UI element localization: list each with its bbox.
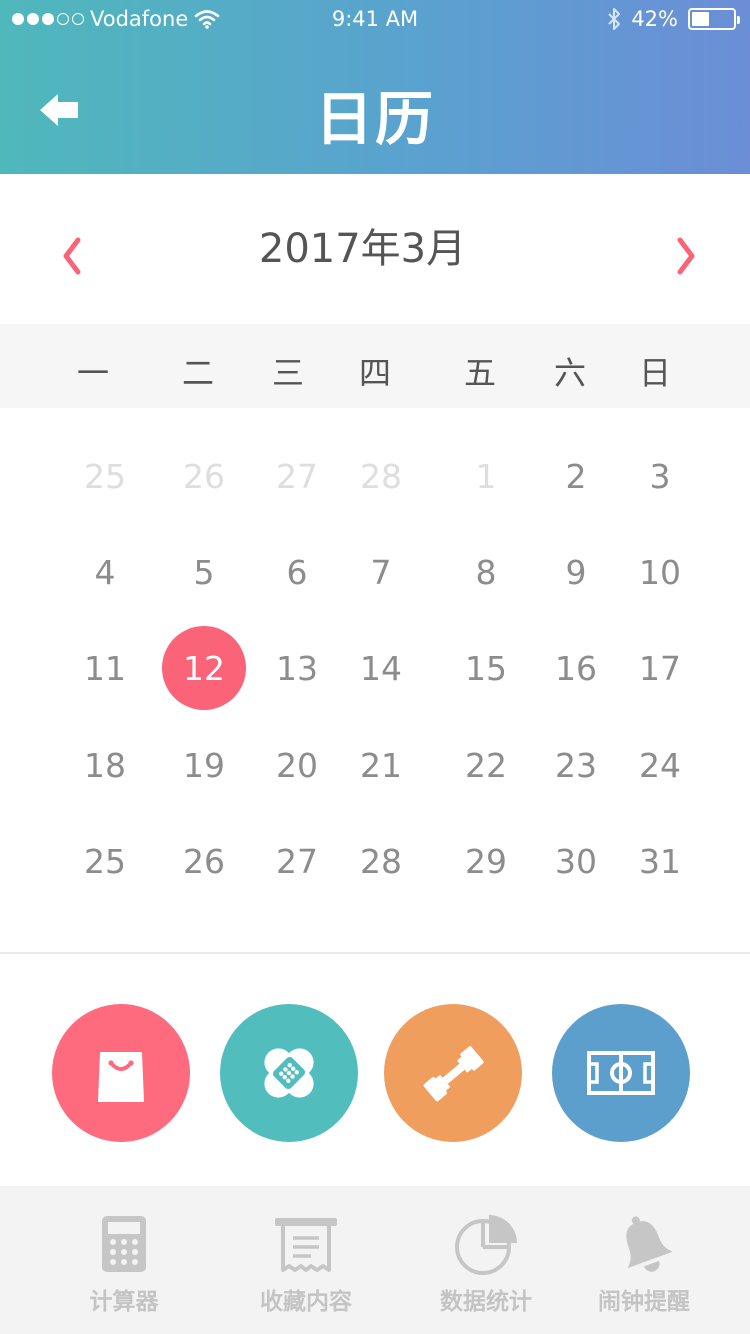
calendar-day[interactable]: 13 xyxy=(255,626,339,710)
soccer-field-icon xyxy=(587,1051,655,1095)
calendar-day[interactable]: 31 xyxy=(618,819,702,903)
calendar-day[interactable]: 19 xyxy=(162,723,246,807)
calendar-day[interactable]: 25 xyxy=(63,819,147,903)
calendar-day[interactable]: 18 xyxy=(63,723,147,807)
weekday-label: 五 xyxy=(463,354,496,392)
divider xyxy=(0,952,750,954)
battery-icon xyxy=(688,8,740,30)
pie-chart-icon xyxy=(455,1215,517,1275)
weekday-label: 四 xyxy=(358,354,391,392)
calendar-day[interactable]: 10 xyxy=(618,530,702,614)
weekday-header: 一 二 三 四 五 六 日 xyxy=(0,324,750,408)
calendar-day[interactable]: 15 xyxy=(444,626,528,710)
calendar-day[interactable]: 27 xyxy=(255,819,339,903)
calendar-day[interactable]: 27 xyxy=(255,434,339,518)
tab-label: 数据统计 xyxy=(440,1289,532,1315)
receipt-icon xyxy=(275,1218,337,1272)
battery-percent: 42% xyxy=(631,7,678,31)
category-health-button[interactable] xyxy=(220,1004,358,1142)
calendar-day[interactable]: 28 xyxy=(339,434,423,518)
tab-favorites[interactable]: 收藏内容 xyxy=(216,1186,396,1334)
month-title: 2017年3月 xyxy=(258,226,467,272)
calendar-day[interactable]: 29 xyxy=(444,819,528,903)
calculator-icon xyxy=(102,1216,146,1272)
calendar-day[interactable]: 26 xyxy=(162,819,246,903)
weekday-label: 二 xyxy=(181,354,214,392)
calendar-grid: 25 26 27 28 1 2 3 4 5 6 7 8 9 10 11 12 13 14 15 16 17 18 19 20 2… xyxy=(0,408,750,952)
calendar-day[interactable]: 20 xyxy=(255,723,339,807)
bandage-icon xyxy=(264,1048,314,1098)
weekday-label: 六 xyxy=(553,354,586,392)
calendar-day[interactable]: 22 xyxy=(444,723,528,807)
page-title: 日历 xyxy=(314,85,435,153)
calendar-day[interactable]: 6 xyxy=(255,530,339,614)
tab-alarm[interactable]: 闹钟提醒 xyxy=(554,1186,734,1334)
calendar-day[interactable]: 24 xyxy=(618,723,702,807)
calendar-day[interactable]: 8 xyxy=(444,530,528,614)
calendar-day[interactable]: 28 xyxy=(339,819,423,903)
calendar-day[interactable]: 7 xyxy=(339,530,423,614)
calendar-day[interactable]: 21 xyxy=(339,723,423,807)
dumbbell-icon xyxy=(423,1046,484,1102)
calendar-day[interactable]: 1 xyxy=(444,434,528,518)
category-shopping-button[interactable] xyxy=(52,1004,190,1142)
calendar-day[interactable]: 14 xyxy=(339,626,423,710)
tab-label: 收藏内容 xyxy=(260,1289,352,1315)
calendar-day[interactable]: 5 xyxy=(162,530,246,614)
calendar-day[interactable]: 23 xyxy=(534,723,618,807)
tab-label: 闹钟提醒 xyxy=(598,1289,690,1315)
calendar-day[interactable]: 11 xyxy=(63,626,147,710)
shopping-bag-icon xyxy=(98,1052,144,1102)
calendar-day[interactable]: 26 xyxy=(162,434,246,518)
calendar-day[interactable]: 16 xyxy=(534,626,618,710)
bell-icon xyxy=(626,1216,672,1272)
tab-label: 计算器 xyxy=(89,1289,159,1315)
next-month-button[interactable] xyxy=(666,226,706,286)
calendar-day[interactable]: 17 xyxy=(618,626,702,710)
status-bar: Vodafone 9:41 AM 42% xyxy=(0,0,750,40)
app-header: Vodafone 9:41 AM 42% 日历 xyxy=(0,0,750,174)
status-right: 42% xyxy=(607,7,740,31)
weekday-label: 三 xyxy=(271,354,304,392)
calendar-day[interactable]: 25 xyxy=(63,434,147,518)
category-fitness-button[interactable] xyxy=(384,1004,522,1142)
calendar-day[interactable]: 4 xyxy=(63,530,147,614)
calendar-day[interactable]: 2 xyxy=(534,434,618,518)
calendar-day[interactable]: 9 xyxy=(534,530,618,614)
weekday-label: 一 xyxy=(76,354,109,392)
tab-calculator[interactable]: 计算器 xyxy=(34,1186,214,1334)
calendar-day[interactable]: 3 xyxy=(618,434,702,518)
calendar-day[interactable]: 30 xyxy=(534,819,618,903)
calendar-day-selected[interactable]: 12 xyxy=(162,626,246,710)
category-sports-button[interactable] xyxy=(552,1004,690,1142)
weekday-label: 日 xyxy=(638,354,671,392)
bluetooth-icon xyxy=(608,8,621,30)
bottom-tab-bar: 计算器 收藏内容 数据统计 闹钟提醒 xyxy=(0,1186,750,1334)
tab-statistics[interactable]: 数据统计 xyxy=(396,1186,576,1334)
month-navigator: 2017年3月 xyxy=(0,174,750,324)
